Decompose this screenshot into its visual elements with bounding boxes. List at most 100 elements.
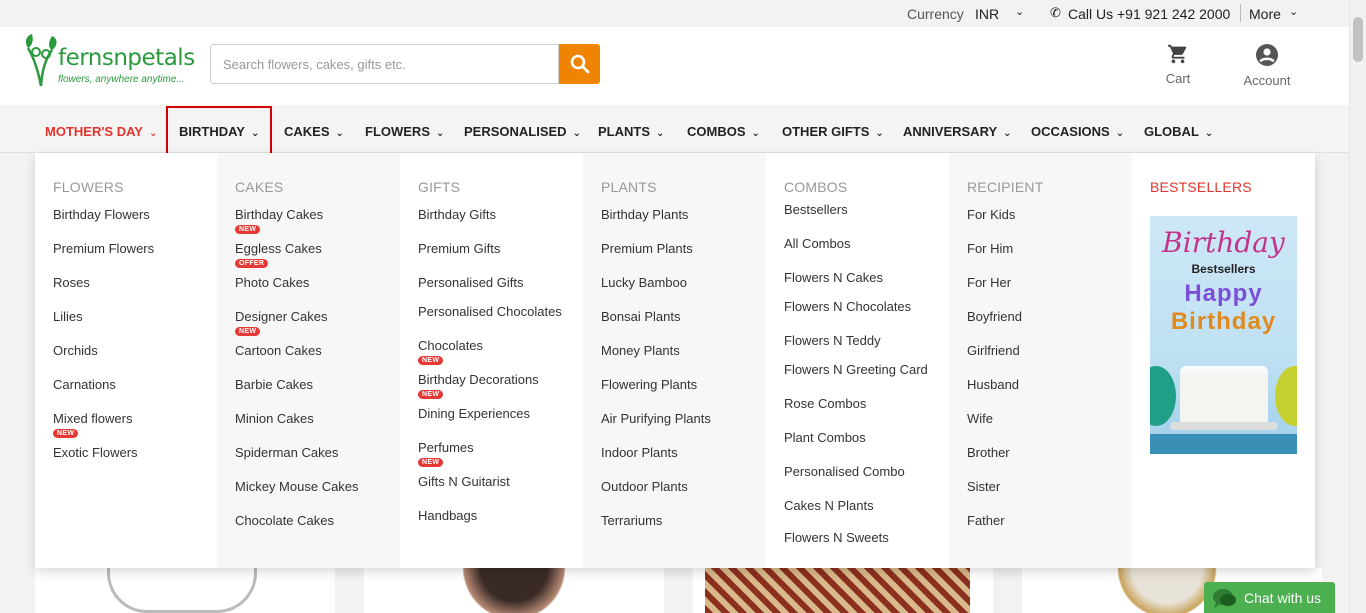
menu-link[interactable]: Minion Cakes [235,411,314,426]
menu-link[interactable]: Bonsai Plants [601,309,681,324]
menu-link[interactable]: Brother [967,445,1010,460]
nav-item-mothers-day[interactable]: MOTHER'S DAY ⌄ [45,124,157,139]
menu-link[interactable]: Lilies [53,309,83,324]
menu-link[interactable]: Flowers N Chocolates [784,299,911,314]
menu-link[interactable]: Spiderman Cakes [235,445,338,460]
scrollbar-thumb[interactable] [1353,17,1363,62]
account-icon [1256,44,1278,66]
cart-button[interactable]: Cart [1163,43,1193,86]
nav-item-cakes[interactable]: CAKES ⌄ [284,124,344,139]
phone-icon: ✆ [1050,5,1061,20]
menu-link[interactable]: Terrariums [601,513,662,528]
menu-link[interactable]: Orchids [53,343,98,358]
menu-link[interactable]: Girlfriend [967,343,1020,358]
page-scrollbar[interactable] [1349,0,1366,613]
menu-link[interactable]: Eggless Cakes [235,241,322,256]
call-us-link[interactable]: Call Us +91 921 242 2000 [1068,6,1230,22]
nav-item-other-gifts[interactable]: OTHER GIFTS ⌄ [782,124,884,139]
menu-link[interactable]: Chocolate Cakes [235,513,334,528]
banner-birthday: Birthday [1170,308,1277,335]
menu-link[interactable]: Sister [967,479,1000,494]
menu-link[interactable]: Flowers N Sweets [784,530,889,545]
menu-link[interactable]: Personalised Gifts [418,275,524,290]
menu-link[interactable]: Personalised Combo [784,464,905,479]
more-menu[interactable]: More [1249,6,1281,22]
menu-link[interactable]: Perfumes [418,440,474,455]
chat-label: Chat with us [1244,589,1322,606]
site-logo[interactable]: fernsnpetals flowers, anywhere anytime..… [24,30,195,88]
menu-link[interactable]: Birthday Plants [601,207,688,222]
nav-item-birthday[interactable]: BIRTHDAY ⌄ [179,124,259,139]
menu-link[interactable]: Mickey Mouse Cakes [235,479,359,494]
menu-link[interactable]: Premium Flowers [53,241,154,256]
product-strip [35,568,1349,613]
menu-link[interactable]: For Kids [967,207,1015,222]
menu-link[interactable]: Premium Gifts [418,241,500,256]
menu-link[interactable]: Husband [967,377,1019,392]
menu-link[interactable]: Flowers N Teddy [784,333,881,348]
chevron-down-icon[interactable]: ⌄ [1289,5,1298,18]
menu-link[interactable]: Roses [53,275,90,290]
product-card[interactable] [364,568,664,613]
currency-select[interactable]: INR [975,6,999,22]
search-button[interactable] [559,44,600,84]
menu-link[interactable]: Indoor Plants [601,445,678,460]
chat-with-us-button[interactable]: Chat with us [1204,582,1335,613]
menu-link[interactable]: Birthday Gifts [418,207,496,222]
nav-item-global[interactable]: GLOBAL ⌄ [1144,124,1213,139]
menu-link[interactable]: Bestsellers [784,202,848,217]
table-image [1150,434,1297,454]
account-button[interactable]: Account [1240,43,1294,88]
menu-link[interactable]: Father [967,513,1005,528]
menu-link[interactable]: Chocolates [418,338,483,353]
offer-badge: OFFER [235,259,269,268]
chevron-down-icon: ⌄ [1204,128,1214,139]
account-label: Account [1243,73,1291,88]
nav-item-anniversary[interactable]: ANNIVERSARY ⌄ [903,124,1012,139]
menu-link[interactable]: Wife [967,411,993,426]
menu-link[interactable]: Photo Cakes [235,275,309,290]
menu-link[interactable]: Gifts N Guitarist [418,474,510,489]
menu-link[interactable]: Personalised Chocolates [418,304,562,319]
product-card[interactable] [35,568,335,613]
menu-link[interactable]: Birthday Decorations [418,372,539,387]
menu-link[interactable]: Rose Combos [784,396,866,411]
nav-item-combos[interactable]: COMBOS ⌄ [687,124,760,139]
menu-link[interactable]: Mixed flowers [53,411,132,426]
menu-link[interactable]: Dining Experiences [418,406,530,421]
menu-column-plants: PLANTS Birthday Plants Premium Plants Lu… [583,153,766,568]
bestsellers-banner-image[interactable]: Birthday Bestsellers Happy Birthday [1150,216,1297,454]
menu-link[interactable]: Barbie Cakes [235,377,313,392]
menu-link[interactable]: Handbags [418,508,477,523]
nav-item-flowers[interactable]: FLOWERS ⌄ [365,124,444,139]
menu-link[interactable]: Lucky Bamboo [601,275,687,290]
menu-link[interactable]: Flowering Plants [601,377,697,392]
menu-link[interactable]: Air Purifying Plants [601,411,711,426]
menu-link[interactable]: Money Plants [601,343,680,358]
menu-link[interactable]: Birthday Flowers [53,207,150,222]
product-card[interactable] [693,568,993,613]
new-badge: NEW [235,327,261,336]
menu-link[interactable]: Designer Cakes [235,309,328,324]
menu-link[interactable]: For Her [967,275,1011,290]
chevron-down-icon[interactable]: ⌄ [1015,5,1024,18]
menu-link[interactable]: Premium Plants [601,241,693,256]
nav-item-plants[interactable]: PLANTS ⌄ [598,124,664,139]
menu-link[interactable]: Plant Combos [784,430,866,445]
search-input[interactable] [210,44,559,84]
menu-link[interactable]: Cartoon Cakes [235,343,322,358]
menu-link[interactable]: Cakes N Plants [784,498,874,513]
new-badge: NEW [418,390,444,399]
menu-link[interactable]: Flowers N Cakes [784,270,883,285]
menu-link[interactable]: Carnations [53,377,116,392]
menu-link[interactable]: For Him [967,241,1013,256]
menu-link[interactable]: Outdoor Plants [601,479,688,494]
menu-link[interactable]: Exotic Flowers [53,445,138,460]
menu-link[interactable]: Boyfriend [967,309,1022,324]
menu-link[interactable]: Birthday Cakes [235,207,323,222]
nav-item-personalised[interactable]: PERSONALISED ⌄ [464,124,581,139]
menu-link[interactable]: All Combos [784,236,850,251]
menu-link[interactable]: Flowers N Greeting Card [784,362,928,377]
menu-column-cakes: CAKES Birthday Cakes NEW Eggless Cakes O… [217,153,400,568]
nav-item-occasions[interactable]: OCCASIONS ⌄ [1031,124,1124,139]
